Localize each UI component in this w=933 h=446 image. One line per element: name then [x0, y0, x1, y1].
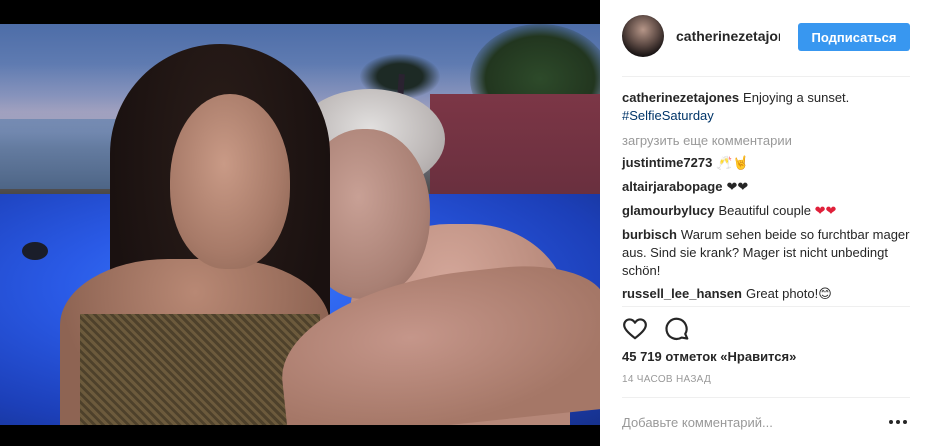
comment-item: burbisch Warum sehen beide so furchtbar m… [622, 226, 912, 280]
divider [622, 76, 910, 77]
comment-text: Great photo! [745, 286, 819, 301]
avatar[interactable] [622, 15, 664, 57]
comment-item: russell_lee_hansen Great photo!😊 [622, 285, 912, 304]
comment-username[interactable]: burbisch [622, 227, 677, 242]
speech-bubble-icon[interactable] [664, 316, 690, 342]
caption: catherinezetajones Enjoying a sunset. #Se… [622, 89, 912, 125]
follow-button[interactable]: Подписаться [798, 23, 910, 51]
comments-list: catherinezetajones Enjoying a sunset. #Se… [622, 89, 912, 309]
caption-text: Enjoying a sunset. [743, 90, 850, 105]
comment-emoji: ❤❤ [726, 180, 749, 195]
comment-emoji: 😊 [818, 287, 832, 302]
comment-emoji: 🥂🤘 [716, 156, 749, 171]
caption-hashtag[interactable]: #SelfieSaturday [622, 108, 714, 123]
comment-item: altairjarabopage ❤❤ [622, 178, 912, 197]
comment-username[interactable]: altairjarabopage [622, 179, 722, 194]
load-more-comments-link[interactable]: загрузить еще комментарии [622, 133, 912, 148]
post-actions [622, 316, 690, 342]
comment-text: Beautiful couple [718, 203, 811, 218]
divider [622, 306, 910, 307]
post-sidebar: catherinezetajones Подписаться catherine… [600, 0, 933, 446]
post-header: catherinezetajones Подписаться [600, 0, 933, 76]
comment-emoji: ❤❤ [814, 204, 837, 219]
comment-item: justintime7273 🥂🤘 [622, 154, 912, 173]
post-timestamp[interactable]: 14 ЧАСОВ НАЗАД [622, 374, 711, 385]
heart-outline-icon[interactable] [622, 316, 648, 342]
comment-item: glamourbylucy Beautiful couple ❤❤ [622, 202, 912, 221]
caption-username[interactable]: catherinezetajones [622, 90, 739, 105]
more-dots-icon[interactable] [886, 412, 910, 432]
add-comment-input[interactable] [622, 410, 882, 434]
post-photo[interactable] [0, 24, 600, 425]
post-media [0, 0, 600, 446]
comment-username[interactable]: russell_lee_hansen [622, 286, 742, 301]
comment-username[interactable]: glamourbylucy [622, 203, 714, 218]
post-author-username[interactable]: catherinezetajones [676, 28, 780, 44]
divider [622, 397, 910, 398]
likes-count[interactable]: 45 719 отметок «Нравится» [622, 349, 796, 364]
comment-username[interactable]: justintime7273 [622, 155, 712, 170]
